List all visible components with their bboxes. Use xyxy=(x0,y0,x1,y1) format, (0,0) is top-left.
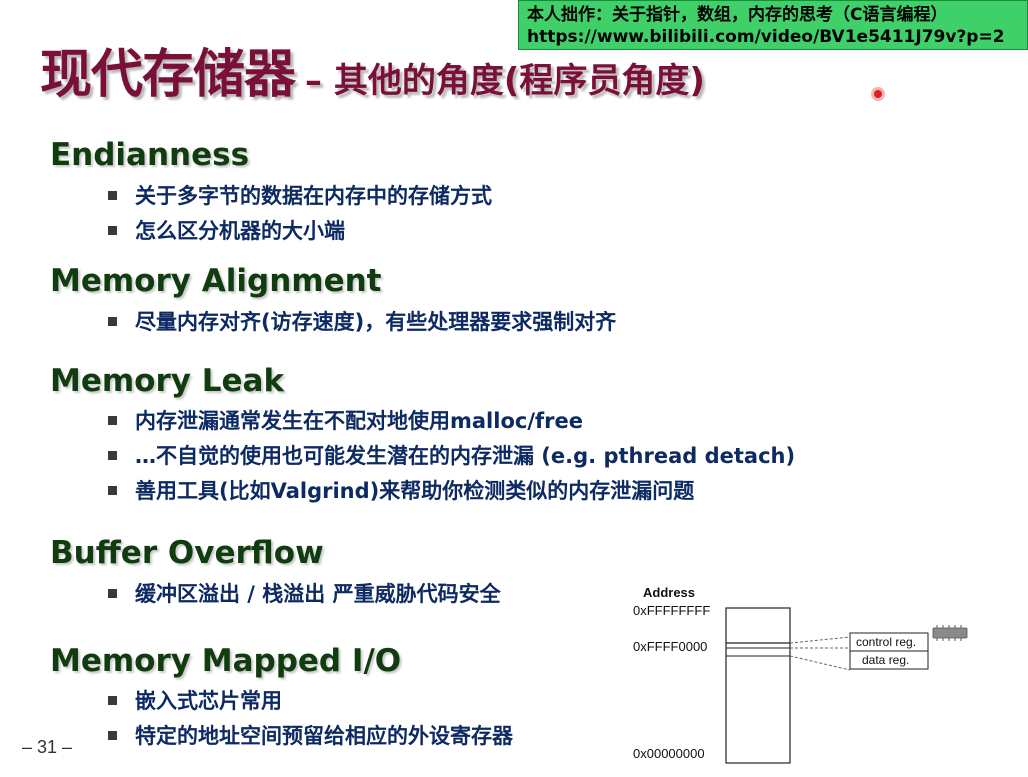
laser-pointer-dot xyxy=(874,90,882,98)
heading-memory-alignment: Memory Alignment xyxy=(50,263,382,299)
address-top: 0xFFFFFFFF xyxy=(633,603,710,618)
bullet-square-icon xyxy=(108,415,117,425)
bullets-memory-alignment: 尽量内存对齐(访存速度)，有些处理器要求强制对齐 xyxy=(108,305,616,340)
heading-buffer-overflow: Buffer Overflow xyxy=(50,535,324,571)
bullets-buffer-overflow: 缓冲区溢出 / 栈溢出 严重威胁代码安全 xyxy=(108,577,501,612)
address-io-base: 0xFFFF0000 xyxy=(633,639,707,654)
bullet-square-icon xyxy=(108,316,117,326)
slide-title-main: 现代存储器 xyxy=(40,45,296,105)
address-bottom: 0x00000000 xyxy=(633,746,705,761)
heading-memory-mapped-io: Memory Mapped I/O xyxy=(50,643,402,679)
bullet-item: 怎么区分机器的大小端 xyxy=(108,214,492,249)
memory-column xyxy=(725,607,791,764)
bullet-square-icon xyxy=(108,695,117,705)
bullet-square-icon xyxy=(108,450,117,460)
mapping-line-3 xyxy=(789,655,851,671)
data-reg-label: data reg. xyxy=(862,653,909,667)
bullet-item: 缓冲区溢出 / 栈溢出 严重威胁代码安全 xyxy=(108,577,501,612)
bullet-square-icon xyxy=(108,485,117,495)
chip-icon xyxy=(932,625,968,641)
bullets-endianness: 关于多字节的数据在内存中的存储方式 怎么区分机器的大小端 xyxy=(108,179,492,249)
bullets-memory-leak: 内存泄漏通常发生在不配对地使用malloc/free …不自觉的使用也可能发生潜… xyxy=(108,404,795,509)
bullet-square-icon xyxy=(108,730,117,740)
bullet-item: 关于多字节的数据在内存中的存储方式 xyxy=(108,179,492,214)
bullet-item: 内存泄漏通常发生在不配对地使用malloc/free xyxy=(108,404,795,439)
bullet-square-icon xyxy=(108,190,117,200)
bullets-memory-mapped-io: 嵌入式芯片常用 特定的地址空间预留给相应的外设寄存器 xyxy=(108,684,513,754)
bullet-item: 特定的地址空间预留给相应的外设寄存器 xyxy=(108,719,513,754)
address-header: Address xyxy=(643,585,695,600)
slide-title: 现代存储器 – 其他的角度(程序员角度) xyxy=(40,32,705,107)
heading-endianness: Endianness xyxy=(50,137,250,173)
heading-memory-leak: Memory Leak xyxy=(50,363,285,399)
slide-title-sub: – 其他的角度(程序员角度) xyxy=(305,61,705,101)
bullet-item: 尽量内存对齐(访存速度)，有些处理器要求强制对齐 xyxy=(108,305,616,340)
bullet-item: 善用工具(比如Valgrind)来帮助你检测类似的内存泄漏问题 xyxy=(108,474,795,509)
bullet-item: …不自觉的使用也可能发生潜在的内存泄漏 (e.g. pthread detach… xyxy=(108,439,795,474)
banner-line-1: 本人拙作：关于指针，数组，内存的思考（C语言编程） xyxy=(527,5,948,25)
memory-map-diagram: Address 0xFFFFFFFF 0xFFFF0000 0x00000000… xyxy=(625,580,1005,777)
control-reg-label: control reg. xyxy=(856,635,916,649)
mapping-line-1 xyxy=(789,636,851,644)
bullet-square-icon xyxy=(108,225,117,235)
bullet-square-icon xyxy=(108,588,117,598)
page-number: – 31 – xyxy=(22,737,73,757)
memory-map-svg: Address 0xFFFFFFFF 0xFFFF0000 0x00000000… xyxy=(633,585,968,764)
bullet-item: 嵌入式芯片常用 xyxy=(108,684,513,719)
